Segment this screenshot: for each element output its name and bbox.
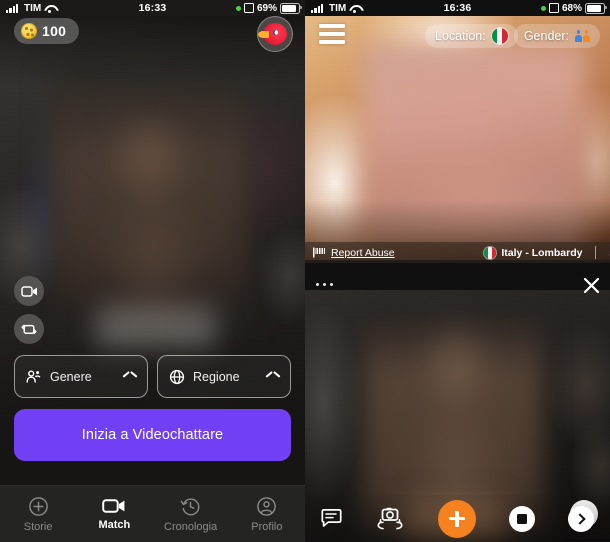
more-dots-icon[interactable] <box>316 282 334 287</box>
call-action-bar <box>305 495 610 542</box>
coin-icon <box>21 23 37 39</box>
alarm-icon <box>548 3 559 13</box>
italy-flag-icon <box>491 28 508 44</box>
start-videochat-button[interactable]: Inizia a Videochattare <box>14 409 291 461</box>
tab-match[interactable]: Match <box>76 497 152 531</box>
video-camera-icon <box>20 285 37 297</box>
close-button[interactable] <box>582 276 601 300</box>
tab-match-label: Match <box>98 519 131 531</box>
tab-cronologia[interactable]: Cronologia <box>153 496 229 533</box>
battery-icon <box>585 2 607 14</box>
filter-buttons-row: Genere Regione <box>14 355 291 398</box>
tab-storie[interactable]: Storie <box>0 496 76 533</box>
bottom-tab-bar: Storie Match Cronologia Profilo <box>0 485 305 542</box>
tab-profilo[interactable]: Profilo <box>229 496 305 533</box>
coin-balance-badge[interactable]: 100 <box>14 18 80 44</box>
left-phone-panel: TIM 16:33 69% 100 Genere Regione Inizia … <box>0 0 305 542</box>
region-info: Italy - Lombardy ♂ <box>484 246 610 260</box>
globe-icon <box>169 369 185 384</box>
stop-button[interactable] <box>508 505 535 532</box>
plus-circle-icon <box>28 496 48 516</box>
status-bar-right: 69% <box>235 2 302 14</box>
right-status-bar: TIM 16:36 68% <box>305 0 610 16</box>
tab-storie-label: Storie <box>23 520 53 533</box>
toggle-camera-button[interactable] <box>14 276 44 306</box>
alarm-icon <box>243 3 254 13</box>
video-camera-icon <box>102 499 125 513</box>
person-circle-icon <box>257 496 277 516</box>
tab-cronologia-label: Cronologia <box>164 520 218 533</box>
history-clock-icon <box>180 497 200 515</box>
blurred-subject <box>52 68 247 328</box>
app-screenshot: TIM 16:33 69% 100 Genere Regione Inizia … <box>0 0 610 542</box>
green-dot-icon <box>540 5 546 11</box>
avatar[interactable] <box>257 16 293 52</box>
gender-pill[interactable]: Gender: <box>513 24 600 48</box>
right-phone-panel: TIM 16:36 68% Location: Gender: Report A… <box>305 0 610 542</box>
report-abuse-bar: Report Abuse Italy - Lombardy ♂ <box>305 242 610 263</box>
stop-square-icon <box>516 513 527 524</box>
options-row <box>305 272 610 297</box>
status-bar-right: 68% <box>540 2 607 14</box>
location-pill[interactable]: Location: <box>425 24 518 48</box>
camera-flip-icon <box>21 324 37 334</box>
left-status-bar: TIM 16:33 69% <box>0 0 305 16</box>
next-button-wrap <box>567 505 594 532</box>
battery-percent-label: 69% <box>256 2 277 14</box>
close-x-icon <box>583 277 600 294</box>
location-label: Location: <box>435 29 486 43</box>
region-label: Italy - Lombardy <box>501 246 583 259</box>
female-person-icon <box>583 30 590 42</box>
add-button-wrap <box>437 499 476 538</box>
report-abuse-label[interactable]: Report Abuse <box>331 247 484 259</box>
divider <box>594 246 596 259</box>
italy-flag-icon <box>484 246 497 259</box>
switch-camera-button[interactable] <box>14 314 44 344</box>
gender-label: Gender: <box>523 29 569 43</box>
chevron-up-icon <box>266 373 279 381</box>
report-flag-icon <box>313 247 325 258</box>
camera-flip-icon <box>377 507 403 529</box>
chat-bubble-icon <box>321 509 342 527</box>
filter-region-button[interactable]: Regione <box>157 355 291 398</box>
filter-gender-label: Genere <box>50 369 92 384</box>
remote-video-feed[interactable] <box>305 16 610 260</box>
chevron-up-icon <box>123 373 136 381</box>
stop-button-wrap <box>508 505 535 532</box>
filter-gender-button[interactable]: Genere <box>14 355 148 398</box>
switch-camera-button[interactable] <box>375 507 405 531</box>
battery-percent-label: 68% <box>561 2 582 14</box>
video-side-controls <box>14 276 44 344</box>
people-icon <box>26 369 41 383</box>
male-person-icon <box>575 30 582 42</box>
chat-button[interactable] <box>321 509 342 528</box>
bird-avatar-icon <box>258 23 287 45</box>
hamburger-menu-icon[interactable] <box>319 24 345 48</box>
battery-icon <box>280 2 302 14</box>
coin-count-label: 100 <box>42 23 67 39</box>
green-dot-icon <box>235 5 241 11</box>
tab-profilo-label: Profilo <box>251 520 283 533</box>
gender-icons <box>575 30 590 42</box>
add-button[interactable] <box>437 499 476 538</box>
filter-region-label: Regione <box>193 369 240 384</box>
start-videochat-label: Inizia a Videochattare <box>81 427 224 443</box>
next-button[interactable] <box>567 505 594 532</box>
